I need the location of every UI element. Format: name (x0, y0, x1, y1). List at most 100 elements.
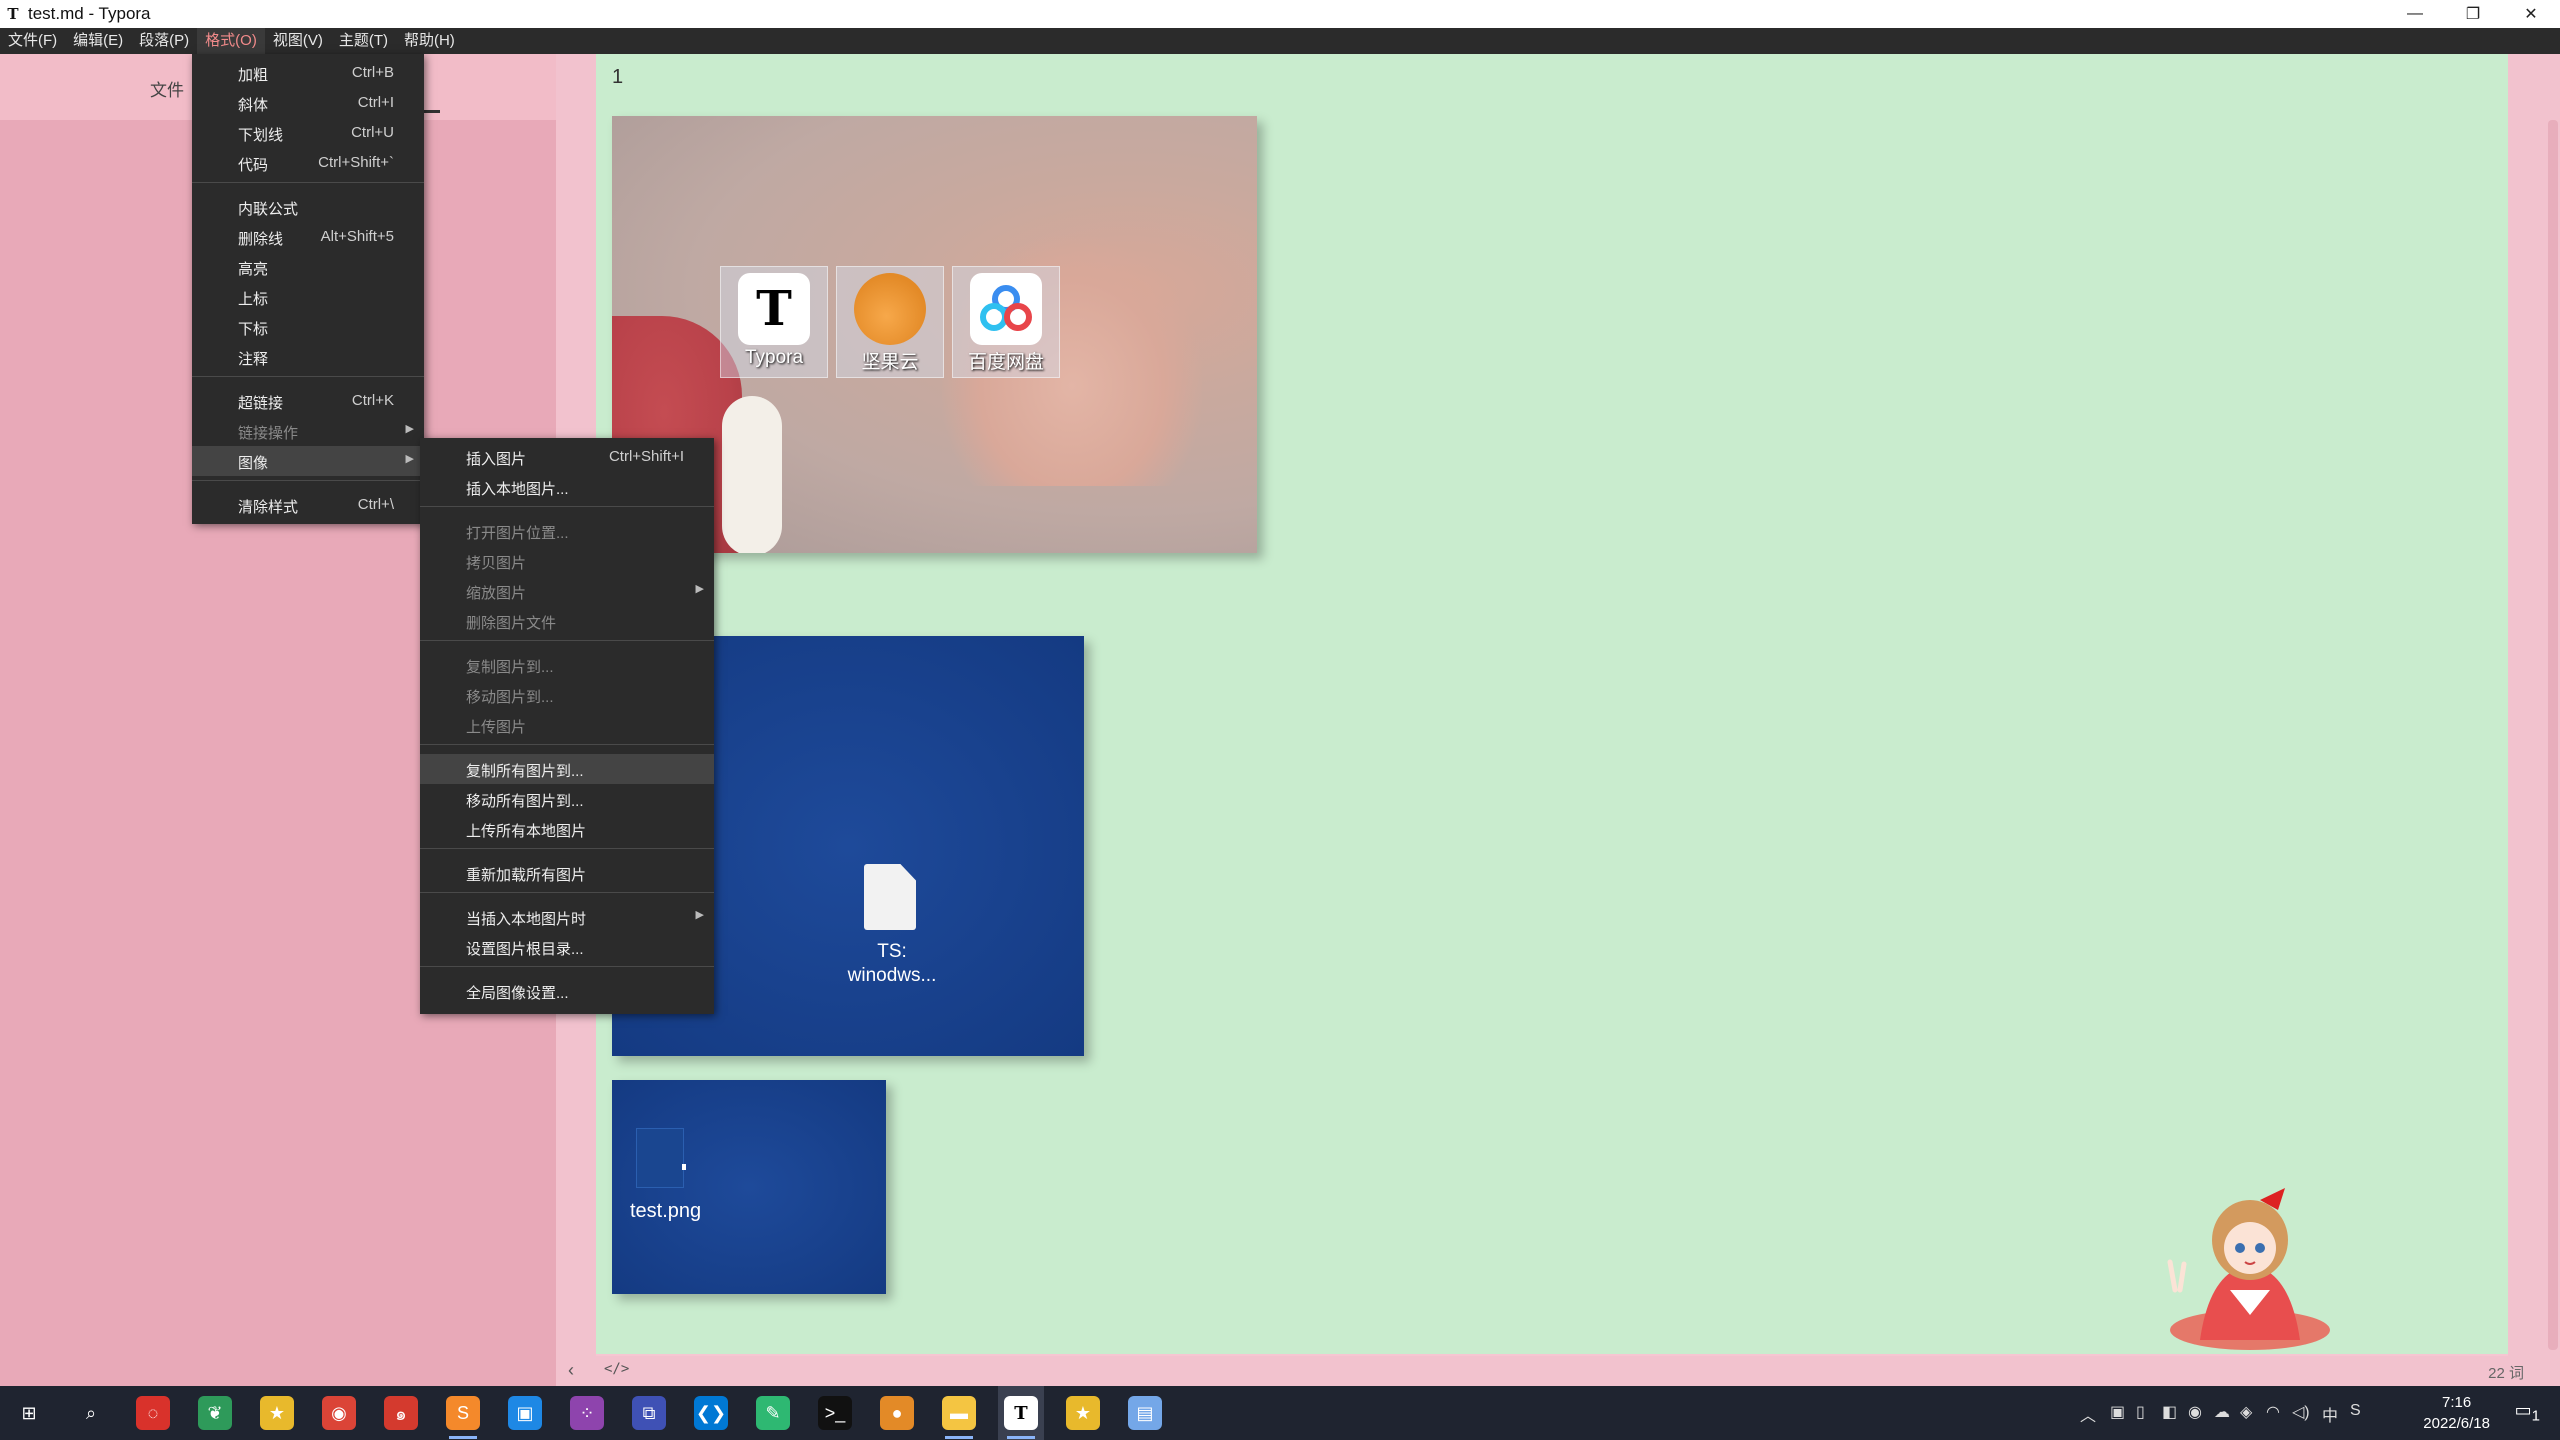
app-notepad[interactable]: ▤ (1128, 1396, 1162, 1430)
app-green-book[interactable]: ✎ (756, 1396, 790, 1430)
app-orange-acorn[interactable]: ● (880, 1396, 914, 1430)
menu-item-shortcut: Ctrl+I (357, 94, 394, 111)
close-button[interactable]: ✕ (2502, 0, 2560, 28)
minimize-button[interactable]: — (2386, 0, 2444, 28)
submenu-item-open-image-location[interactable]: 打开图片位置... (420, 516, 714, 546)
submenu-item-insert-image[interactable]: 插入图片 Ctrl+Shift+I (420, 442, 714, 472)
file-explorer-icon[interactable]: ▬ (942, 1396, 976, 1430)
submenu-arrow-icon: ▶ (405, 423, 414, 435)
submenu-item-move-image-to[interactable]: 移动图片到... (420, 680, 714, 710)
menu-file[interactable]: 文件(F) (0, 28, 65, 54)
tray-chevron-icon[interactable]: ︿ (2080, 1402, 2096, 1426)
menu-item-superscript[interactable]: 上标 (192, 282, 424, 312)
menu-item-subscript[interactable]: 下标 (192, 312, 424, 342)
menu-help[interactable]: 帮助(H) (396, 28, 463, 54)
sidebar-tab-files[interactable]: 文件 (150, 76, 184, 101)
submenu-item-when-insert-local-image[interactable]: 当插入本地图片时 ▶ (420, 902, 714, 932)
scrollbar[interactable] (2548, 120, 2558, 1350)
source-code-mode-button[interactable]: </> (604, 1361, 629, 1377)
tray-app-icon[interactable]: ▣ (2110, 1402, 2125, 1422)
menu-item-code[interactable]: 代码 Ctrl+Shift+` (192, 148, 424, 178)
tray-green-app-icon[interactable]: ◉ (2188, 1402, 2202, 1422)
app-red-swirl[interactable]: ◌ (136, 1396, 170, 1430)
submenu-item-move-all-images-to[interactable]: 移动所有图片到... (420, 784, 714, 814)
menu-format[interactable]: 格式(O) (197, 28, 265, 54)
baidu-netdisk-icon (970, 273, 1042, 345)
word-count[interactable]: 22 词 (2488, 1362, 2524, 1383)
search-icon[interactable]: ⌕ (74, 1396, 108, 1430)
restore-button[interactable]: ❐ (2444, 0, 2502, 28)
running-indicator (1007, 1436, 1035, 1439)
app-network[interactable]: ⧉ (632, 1396, 666, 1430)
menu-item-italic[interactable]: 斜体 Ctrl+I (192, 88, 424, 118)
status-bar: ‹ </> 22 词 (556, 1356, 2560, 1386)
terminal-icon[interactable]: >_ (818, 1396, 852, 1430)
submenu-item-copy-image[interactable]: 拷贝图片 (420, 546, 714, 576)
submenu-item-upload-all-local-images[interactable]: 上传所有本地图片 (420, 814, 714, 844)
start-button[interactable]: ⊞ (12, 1396, 46, 1430)
notification-count: 1 (2531, 1407, 2540, 1425)
submenu-item-reload-all-images[interactable]: 重新加载所有图片 (420, 858, 714, 888)
image-test-png[interactable]: test.png (612, 1080, 886, 1294)
volume-icon[interactable]: ◁) (2292, 1402, 2310, 1422)
file-label-line1: TS: (877, 941, 907, 962)
app-green-leaf[interactable]: ❦ (198, 1396, 232, 1430)
menu-item-comment[interactable]: 注释 (192, 342, 424, 372)
menu-separator (420, 506, 714, 507)
sogou-ime-icon[interactable]: S (2350, 1402, 2361, 1420)
sublime-icon[interactable]: S (446, 1396, 480, 1430)
menu-item-label: 斜体 (238, 97, 269, 114)
menu-item-label: 上传所有本地图片 (466, 823, 587, 840)
submenu-item-delete-image-file[interactable]: 删除图片文件 (420, 606, 714, 636)
vscode-icon[interactable]: ❮❯ (694, 1396, 728, 1430)
tray-red-app-icon[interactable]: ◈ (2240, 1402, 2252, 1422)
desktop-icon-label: Typora (744, 347, 804, 368)
menu-item-label: 加粗 (238, 67, 269, 84)
menu-item-label: 移动所有图片到... (466, 793, 584, 810)
system-clock[interactable]: 7:16 2022/6/18 (2423, 1392, 2490, 1434)
menu-edit[interactable]: 编辑(E) (65, 28, 131, 54)
chrome-icon[interactable]: ◉ (322, 1396, 356, 1430)
submenu-item-zoom-image[interactable]: 缩放图片 ▶ (420, 576, 714, 606)
ime-indicator[interactable]: 中 (2322, 1402, 2338, 1426)
clock-time: 7:16 (2442, 1394, 2472, 1411)
menu-item-strikethrough[interactable]: 删除线 Alt+Shift+5 (192, 222, 424, 252)
menu-item-label: 超链接 (238, 395, 284, 412)
app-star[interactable]: ★ (260, 1396, 294, 1430)
tray-blue-app-icon[interactable]: ◧ (2162, 1402, 2177, 1422)
tray-cloud-icon[interactable]: ☁ (2214, 1402, 2230, 1422)
toggle-sidebar-button[interactable]: ‹ (568, 1360, 574, 1381)
menu-item-underline[interactable]: 下划线 Ctrl+U (192, 118, 424, 148)
submenu-item-upload-image[interactable]: 上传图片 (420, 710, 714, 740)
menu-view[interactable]: 视图(V) (265, 28, 331, 54)
menu-bar: 文件(F) 编辑(E) 段落(P) 格式(O) 视图(V) 主题(T) 帮助(H… (0, 28, 2560, 54)
menu-item-image[interactable]: 图像 ▶ (192, 446, 424, 476)
app-red-snail[interactable]: ๑ (384, 1396, 418, 1430)
submenu-item-insert-local-image[interactable]: 插入本地图片... (420, 472, 714, 502)
clock-date: 2022/6/18 (2423, 1415, 2490, 1432)
typora-taskbar-icon[interactable]: T (1004, 1396, 1038, 1430)
menu-item-label: 复制图片到... (466, 659, 554, 676)
notification-center-icon[interactable]: ▭1 (2515, 1400, 2540, 1425)
menu-themes[interactable]: 主题(T) (331, 28, 396, 54)
menu-paragraph[interactable]: 段落(P) (131, 28, 197, 54)
menu-item-label: 打开图片位置... (466, 525, 569, 542)
menu-item-link-operations[interactable]: 链接操作 ▶ (192, 416, 424, 446)
menu-item-hyperlink[interactable]: 超链接 Ctrl+K (192, 386, 424, 416)
submenu-item-set-image-root[interactable]: 设置图片根目录... (420, 932, 714, 962)
submenu-item-copy-image-to[interactable]: 复制图片到... (420, 650, 714, 680)
app-blue-frame[interactable]: ▣ (508, 1396, 542, 1430)
taskbar: ⊞ ⌕ ◌ ❦ ★ ◉ ๑ S ▣ ⁘ ⧉ ❮❯ ✎ >_ ● ▬ T ★ ▤ ︿ ▣ ▯ ◧ ◉ ☁ ◈ ◠ ◁)… (0, 1386, 2560, 1440)
menu-item-shortcut: Alt+Shift+5 (320, 228, 394, 245)
menu-item-inline-math[interactable]: 内联公式 (192, 192, 424, 222)
menu-item-bold[interactable]: 加粗 Ctrl+B (192, 58, 424, 88)
submenu-item-copy-all-images-to[interactable]: 复制所有图片到... (420, 754, 714, 784)
tray-usb-icon[interactable]: ▯ (2136, 1402, 2145, 1422)
menu-item-highlight[interactable]: 高亮 (192, 252, 424, 282)
submenu-item-global-image-settings[interactable]: 全局图像设置... (420, 976, 714, 1006)
menu-item-clear-format[interactable]: 清除样式 Ctrl+\ (192, 490, 424, 520)
wifi-icon[interactable]: ◠ (2266, 1402, 2280, 1422)
app-dots[interactable]: ⁘ (570, 1396, 604, 1430)
format-menu: 加粗 Ctrl+B 斜体 Ctrl+I 下划线 Ctrl+U 代码 Ctrl+Shift… (192, 54, 424, 524)
app-star-2[interactable]: ★ (1066, 1396, 1100, 1430)
